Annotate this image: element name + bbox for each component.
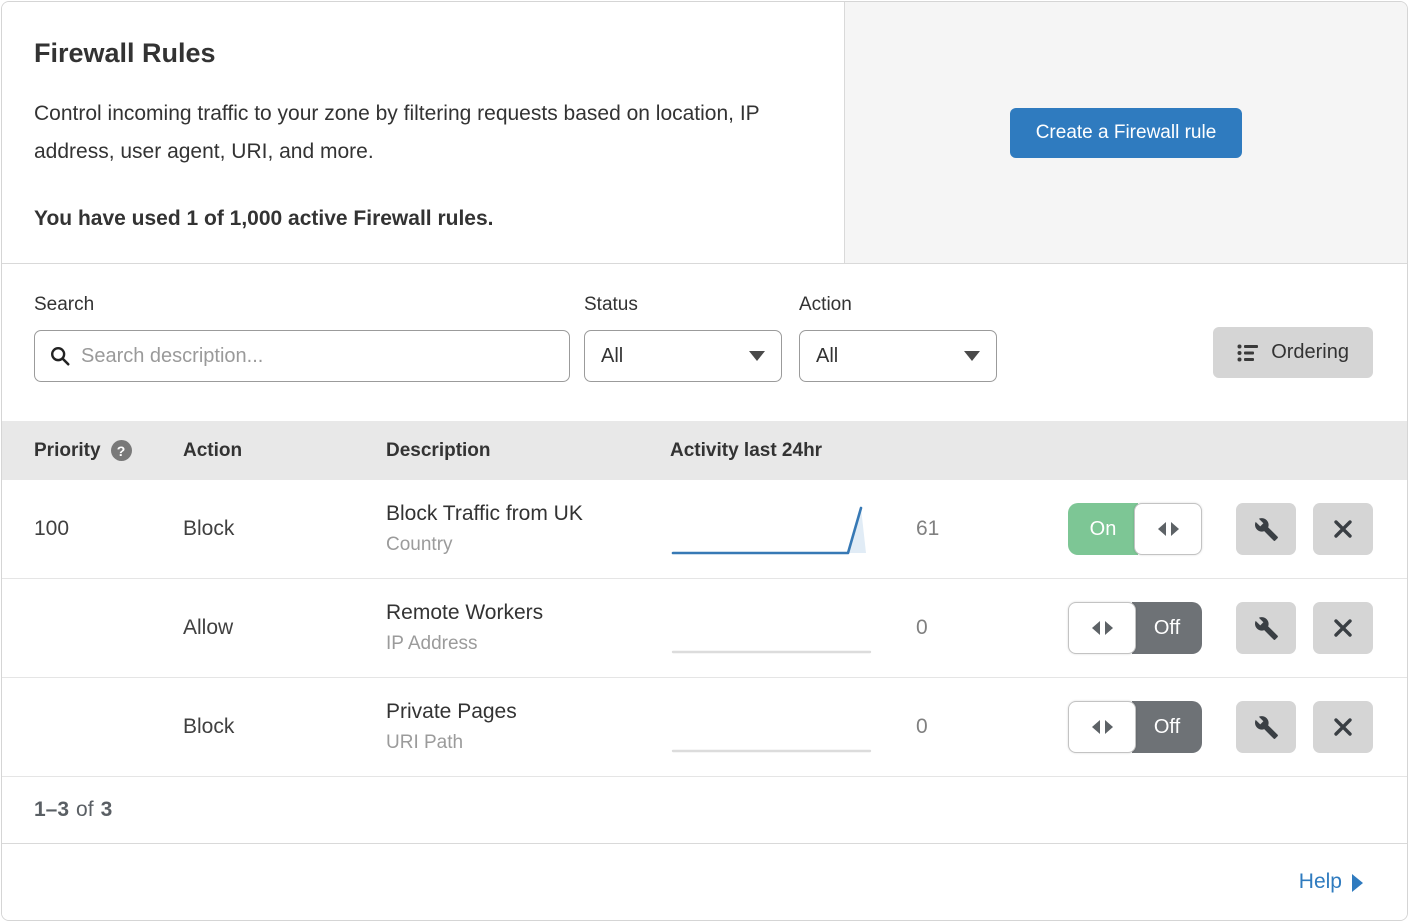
action-value: Allow [183, 616, 386, 640]
rule-match-type: IP Address [386, 633, 670, 655]
table-header-row: Priority ? Action Description Activity l… [2, 421, 1407, 480]
chevron-down-icon [964, 351, 980, 361]
search-icon [49, 345, 71, 367]
action-value: Block [183, 715, 386, 739]
x-icon [1331, 715, 1355, 739]
wrench-icon [1254, 616, 1279, 641]
rule-description: Private Pages [386, 700, 670, 724]
status-label: Status [584, 294, 782, 316]
chevron-down-icon [749, 351, 765, 361]
page-description: Control incoming traffic to your zone by… [34, 95, 809, 171]
pagination-of-label: of [76, 798, 94, 822]
column-activity: Activity last 24hr [670, 440, 1407, 462]
toggle-knob[interactable] [1068, 602, 1136, 654]
table-row: Block Private Pages URI Path 0 Off [2, 678, 1407, 777]
column-action: Action [183, 440, 386, 462]
description-cell: Block Traffic from UK Country [386, 502, 670, 556]
search-input-wrap [34, 330, 570, 382]
header-section: Firewall Rules Control incoming traffic … [2, 2, 1407, 264]
toggle-state-label: Off [1132, 701, 1202, 753]
toggle-arrows-icon [1092, 720, 1100, 734]
row-controls: Off [1008, 701, 1407, 753]
search-label: Search [34, 294, 570, 316]
wrench-icon [1254, 715, 1279, 740]
action-select[interactable]: All [799, 330, 997, 382]
toggle-arrows-icon [1158, 522, 1166, 536]
header-action-panel: Create a Firewall rule [845, 2, 1407, 263]
rule-description: Block Traffic from UK [386, 502, 670, 526]
action-filter: Action All [799, 294, 997, 382]
activity-sparkline [670, 597, 888, 659]
rule-enabled-toggle[interactable]: On [1068, 503, 1204, 555]
help-footer: Help [2, 844, 1407, 920]
row-controls: On [1008, 503, 1407, 555]
delete-rule-button[interactable] [1313, 503, 1373, 555]
activity-sparkline [670, 498, 888, 560]
header-text-block: Firewall Rules Control incoming traffic … [2, 2, 845, 263]
pagination-range: 1–3 [34, 798, 69, 822]
toggle-arrows-icon [1092, 621, 1100, 635]
wrench-icon [1254, 517, 1279, 542]
priority-value: 100 [2, 517, 183, 541]
column-priority: Priority ? [2, 440, 183, 462]
row-controls: Off [1008, 602, 1407, 654]
toggle-knob[interactable] [1068, 701, 1136, 753]
action-value: Block [183, 517, 386, 541]
status-filter: Status All [584, 294, 782, 382]
search-filter: Search [34, 294, 570, 382]
list-icon [1237, 343, 1259, 363]
ordering-button-label: Ordering [1271, 341, 1349, 364]
table-row: 100 Block Block Traffic from UK Country … [2, 480, 1407, 579]
status-select[interactable]: All [584, 330, 782, 382]
priority-help-icon[interactable]: ? [111, 440, 132, 461]
search-input[interactable] [81, 345, 555, 368]
rule-match-type: Country [386, 534, 670, 556]
x-icon [1331, 616, 1355, 640]
priority-column-label: Priority [34, 440, 101, 462]
ordering-button[interactable]: Ordering [1213, 327, 1373, 378]
description-cell: Remote Workers IP Address [386, 601, 670, 655]
create-firewall-rule-button[interactable]: Create a Firewall rule [1010, 108, 1243, 158]
toggle-state-label: On [1068, 503, 1138, 555]
edit-rule-button[interactable] [1236, 503, 1296, 555]
firewall-rules-card: Firewall Rules Control incoming traffic … [1, 1, 1408, 921]
toggle-state-label: Off [1132, 602, 1202, 654]
activity-count: 0 [888, 715, 1008, 739]
activity-count: 0 [888, 616, 1008, 640]
column-description: Description [386, 440, 670, 462]
action-selected-value: All [816, 345, 838, 368]
table-row: Allow Remote Workers IP Address 0 Off [2, 579, 1407, 678]
page-title: Firewall Rules [34, 38, 812, 69]
description-cell: Private Pages URI Path [386, 700, 670, 754]
pagination-total: 3 [101, 798, 113, 822]
activity-count: 61 [888, 517, 1008, 541]
rule-enabled-toggle[interactable]: Off [1068, 602, 1204, 654]
pagination-bar: 1–3 of 3 [2, 777, 1407, 844]
arrow-right-icon [1352, 874, 1363, 892]
edit-rule-button[interactable] [1236, 701, 1296, 753]
activity-sparkline [670, 696, 888, 758]
rule-match-type: URI Path [386, 732, 670, 754]
help-link[interactable]: Help [1299, 870, 1363, 894]
x-icon [1331, 517, 1355, 541]
rule-enabled-toggle[interactable]: Off [1068, 701, 1204, 753]
toggle-knob[interactable] [1134, 503, 1202, 555]
status-selected-value: All [601, 345, 623, 368]
help-link-label: Help [1299, 870, 1342, 894]
usage-note: You have used 1 of 1,000 active Firewall… [34, 207, 812, 231]
rule-description: Remote Workers [386, 601, 670, 625]
edit-rule-button[interactable] [1236, 602, 1296, 654]
delete-rule-button[interactable] [1313, 602, 1373, 654]
delete-rule-button[interactable] [1313, 701, 1373, 753]
filter-bar: Search Status All Action All [2, 264, 1407, 421]
action-label: Action [799, 294, 997, 316]
